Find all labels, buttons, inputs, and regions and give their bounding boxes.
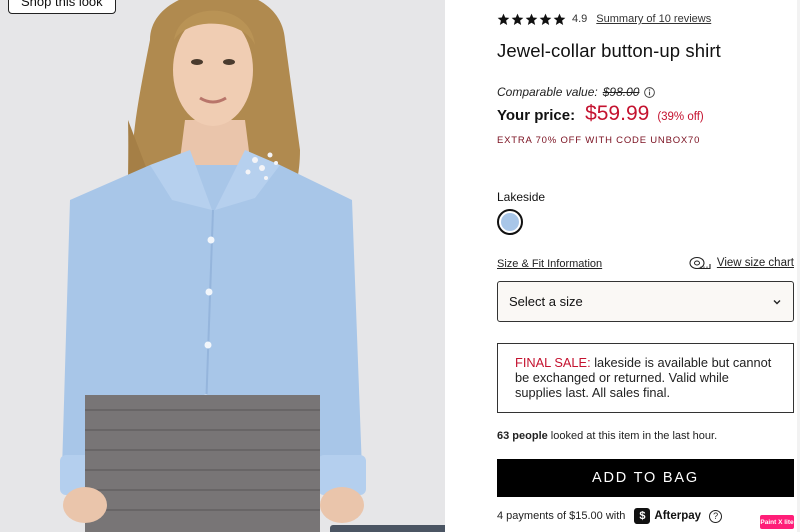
promo-code-text: EXTRA 70% OFF WITH CODE UNBOX70: [497, 135, 701, 146]
final-sale-notice: FINAL SALE: lakeside is available but ca…: [497, 343, 794, 413]
star-icon: [497, 13, 510, 25]
help-icon[interactable]: ?: [709, 509, 723, 523]
comparable-value: Comparable value: $98.00: [497, 85, 656, 99]
model-illustration: [60, 0, 366, 532]
product-details-panel: 4.9 Summary of 10 reviews Jewel-collar b…: [497, 0, 797, 532]
star-icon: [525, 13, 538, 25]
afterpay-row: 4 payments of $15.00 with $ Afterpay ?: [497, 508, 723, 524]
size-chart-label: View size chart: [716, 257, 794, 269]
color-swatch-lakeside[interactable]: [497, 209, 523, 235]
installment-text: 4 payments of $15.00 with: [497, 510, 626, 522]
viewers-suffix: looked at this item in the last hour.: [547, 430, 718, 442]
recent-viewers-text: 63 people looked at this item in the las…: [497, 430, 717, 442]
sale-price: $59.99: [585, 102, 650, 125]
swatch-fill: [501, 213, 519, 231]
afterpay-name: Afterpay: [654, 510, 702, 522]
shop-this-look-button[interactable]: Shop this look: [8, 0, 116, 14]
measuring-tape-icon: [689, 256, 711, 270]
overlay-badge[interactable]: Paint X lite: [760, 515, 794, 529]
price-label: Your price:: [497, 107, 576, 124]
rating-row: 4.9 Summary of 10 reviews: [497, 11, 711, 27]
star-icon: [511, 13, 524, 25]
size-select-placeholder: Select a size: [509, 294, 583, 309]
star-icon: [553, 13, 566, 25]
product-title: Jewel-collar button-up shirt: [497, 40, 721, 61]
viewers-count: 63 people: [497, 430, 548, 442]
star-icon: [539, 13, 552, 25]
discount-percent: (39% off): [657, 111, 704, 123]
size-select[interactable]: Select a size: [497, 281, 794, 322]
reviews-summary-link[interactable]: Summary of 10 reviews: [596, 13, 711, 25]
selected-color-name: Lakeside: [497, 190, 546, 204]
afterpay-logo-icon: $: [634, 508, 651, 524]
star-rating: [497, 13, 566, 26]
info-icon[interactable]: [644, 86, 656, 98]
chevron-down-icon: [773, 299, 781, 304]
price-row: Your price: $59.99 (39% off): [497, 102, 704, 126]
rating-value: 4.9: [572, 13, 588, 25]
add-to-bag-button[interactable]: ADD TO BAG: [497, 459, 794, 497]
view-size-chart-link[interactable]: View size chart: [689, 256, 794, 270]
size-fit-info-link[interactable]: Size & Fit Information: [497, 258, 602, 270]
comparable-label: Comparable value:: [497, 85, 598, 99]
comparable-price: $98.00: [602, 85, 640, 99]
final-sale-label: FINAL SALE:: [515, 355, 591, 370]
image-nav-chip[interactable]: [330, 525, 445, 532]
product-photo: Shop this look: [0, 0, 445, 532]
